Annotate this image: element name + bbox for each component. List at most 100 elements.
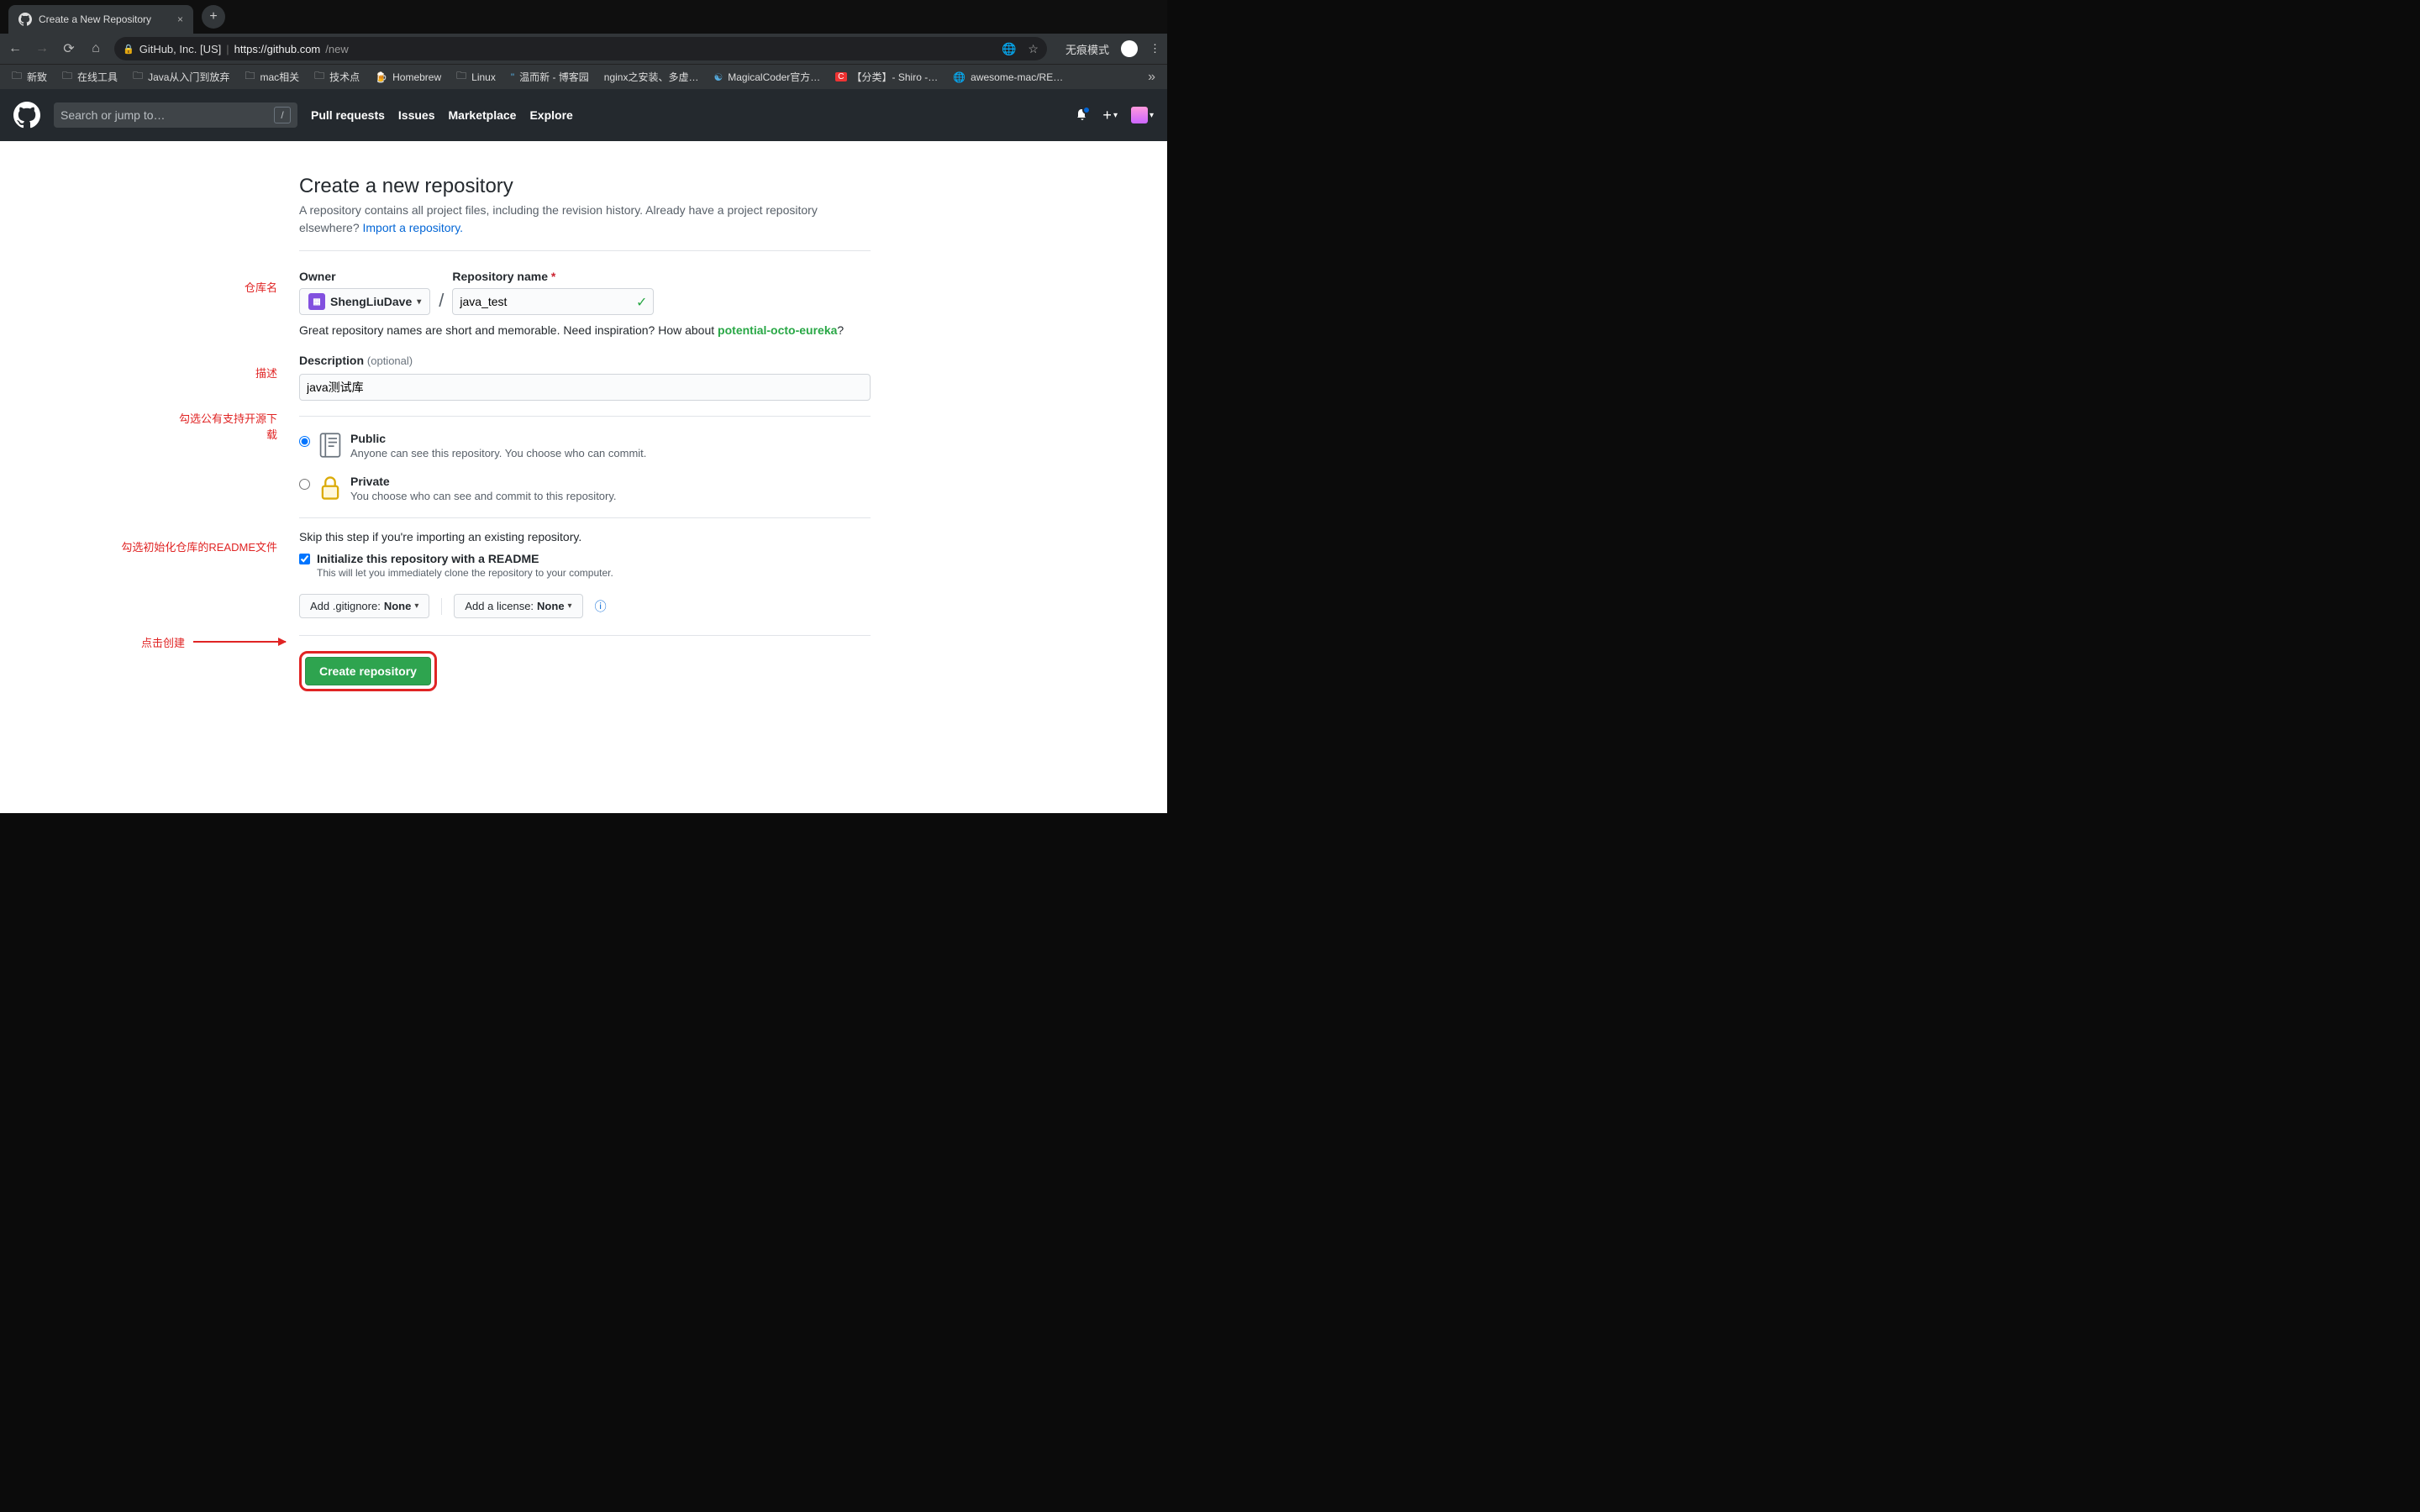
home-icon[interactable]: ⌂ — [87, 41, 104, 56]
divider — [299, 517, 871, 518]
bookmark-item[interactable]: 🌐awesome-mac/RE… — [953, 71, 1063, 83]
import-repo-link[interactable]: Import a repository. — [363, 221, 464, 234]
bookmark-item[interactable]: 🗀新致 — [12, 68, 47, 86]
address-input[interactable]: 🔒 GitHub, Inc. [US] | https://github.com… — [114, 37, 1047, 60]
check-icon: ✓ — [636, 294, 647, 311]
public-radio[interactable] — [299, 436, 310, 447]
header-right: +▾ ▾ — [1076, 107, 1154, 124]
browser-menu-icon[interactable]: ⋮ — [1150, 42, 1160, 55]
bookmark-item[interactable]: 🍺Homebrew — [375, 71, 441, 83]
address-right: 无痕模式 ⋮ — [1065, 40, 1160, 57]
star-icon[interactable]: ☆ — [1028, 42, 1039, 56]
repo-name-input[interactable] — [452, 288, 654, 315]
create-new-dropdown[interactable]: +▾ — [1102, 107, 1118, 124]
required-asterisk: * — [551, 270, 555, 283]
skip-text: Skip this step if you're importing an ex… — [299, 530, 871, 543]
bookmark-item[interactable]: 🗀mac相关 — [245, 68, 299, 86]
new-tab-button[interactable]: + — [202, 5, 225, 29]
folder-icon: 🗀 — [62, 68, 72, 86]
repo-public-icon — [318, 432, 342, 459]
homebrew-icon: 🍺 — [375, 71, 387, 83]
bookmark-item[interactable]: 🗀Linux — [456, 68, 496, 86]
description-block: Description (optional) — [299, 354, 871, 401]
address-bar-row: ← → ⟳ ⌂ 🔒 GitHub, Inc. [US] | https://gi… — [0, 34, 1167, 64]
browser-chrome: Create a New Repository × + ← → ⟳ ⌂ 🔒 Gi… — [0, 0, 1167, 89]
github-favicon-icon — [18, 13, 32, 26]
avatar-icon — [1131, 107, 1148, 123]
info-icon[interactable]: ⓘ — [595, 598, 607, 615]
caret-down-icon: ▾ — [568, 601, 572, 611]
bookmark-item[interactable]: "温而新 - 博客园 — [511, 70, 589, 84]
close-tab-icon[interactable]: × — [177, 13, 183, 25]
caret-down-icon: ▾ — [414, 601, 418, 611]
page-body: Create a new repository A repository con… — [0, 141, 1167, 813]
github-logo-icon[interactable] — [13, 102, 40, 129]
init-readme-checkbox[interactable] — [299, 554, 310, 564]
notifications-icon[interactable] — [1076, 108, 1089, 123]
create-repository-button[interactable]: Create repository — [305, 657, 431, 685]
address-url-path: /new — [325, 43, 348, 55]
public-desc: Anyone can see this repository. You choo… — [350, 447, 646, 459]
tab-bar: Create a New Repository × + — [0, 0, 1167, 34]
init-readme-row[interactable]: Initialize this repository with a README… — [299, 552, 871, 579]
owner-label: Owner — [299, 270, 430, 283]
nav-marketplace[interactable]: Marketplace — [449, 108, 517, 122]
select-row: Add .gitignore: None▾ Add a license: Non… — [299, 594, 871, 618]
nav-pull-requests[interactable]: Pull requests — [311, 108, 385, 122]
folder-icon: 🗀 — [456, 68, 466, 86]
optional-hint: (optional) — [367, 354, 413, 367]
visibility-public-row[interactable]: Public Anyone can see this repository. Y… — [299, 432, 871, 459]
license-select[interactable]: Add a license: None▾ — [454, 594, 582, 618]
public-text: Public Anyone can see this repository. Y… — [350, 432, 646, 459]
site-icon: " — [511, 71, 514, 83]
owner-repo-row: Owner ▦ ShengLiuDave ▾ / Repository name… — [299, 270, 871, 315]
lock-icon — [318, 475, 342, 501]
search-placeholder: Search or jump to… — [60, 108, 166, 122]
site-icon: ☯ — [713, 71, 723, 83]
translate-icon[interactable]: 🌐 — [1002, 42, 1016, 56]
browser-tab[interactable]: Create a New Repository × — [8, 5, 193, 34]
private-desc: You choose who can see and commit to thi… — [350, 490, 617, 502]
init-readme-text: Initialize this repository with a README… — [317, 552, 613, 579]
form-container: Create a new repository A repository con… — [299, 175, 871, 691]
owner-name: ShengLiuDave — [330, 295, 412, 308]
page-title: Create a new repository — [299, 175, 871, 198]
tab-title: Create a New Repository — [39, 13, 151, 25]
repo-name-label: Repository name * — [452, 270, 654, 283]
annotation-create: 点击创建 — [109, 634, 185, 650]
annotation-readme: 勾选初始化仓库的README文件 — [92, 538, 277, 554]
back-icon[interactable]: ← — [7, 41, 24, 56]
nav-explore[interactable]: Explore — [529, 108, 572, 122]
bookmark-item[interactable]: nginx之安装、多虚… — [604, 70, 699, 84]
private-title: Private — [350, 475, 390, 488]
folder-icon: 🗀 — [314, 68, 324, 86]
page-subtitle: A repository contains all project files,… — [299, 202, 871, 250]
user-menu[interactable]: ▾ — [1131, 107, 1154, 123]
bookmark-item[interactable]: 🗀技术点 — [314, 68, 360, 86]
bookmark-item[interactable]: 🗀Java从入门到放弃 — [133, 68, 229, 86]
bookmark-item[interactable]: ☯MagicalCoder官方… — [713, 70, 820, 84]
incognito-icon[interactable] — [1121, 40, 1138, 57]
bookmark-item[interactable]: C【分类】- Shiro -… — [835, 70, 938, 84]
slash-separator: / — [437, 290, 445, 315]
suggested-name[interactable]: potential-octo-eureka — [718, 323, 837, 337]
reload-icon[interactable]: ⟳ — [60, 40, 77, 57]
divider — [299, 250, 871, 251]
bookmarks-overflow-icon[interactable]: » — [1148, 70, 1155, 85]
annotation-highlight: Create repository — [299, 651, 437, 691]
nav-issues[interactable]: Issues — [398, 108, 435, 122]
description-input[interactable] — [299, 374, 871, 401]
private-radio[interactable] — [299, 479, 310, 490]
bookmark-item[interactable]: 🗀在线工具 — [62, 68, 118, 86]
folder-icon: 🗀 — [133, 68, 143, 86]
divider — [299, 416, 871, 417]
gitignore-select[interactable]: Add .gitignore: None▾ — [299, 594, 429, 618]
github-header: Search or jump to… / Pull requests Issue… — [0, 89, 1167, 141]
bookmarks-bar: 🗀新致 🗀在线工具 🗀Java从入门到放弃 🗀mac相关 🗀技术点 🍺Homeb… — [0, 64, 1167, 89]
search-input[interactable]: Search or jump to… / — [54, 102, 297, 128]
private-text: Private You choose who can see and commi… — [350, 475, 617, 502]
owner-select[interactable]: ▦ ShengLiuDave ▾ — [299, 288, 430, 315]
annotation-arrow — [193, 641, 286, 643]
description-label: Description (optional) — [299, 354, 413, 367]
visibility-private-row[interactable]: Private You choose who can see and commi… — [299, 475, 871, 502]
